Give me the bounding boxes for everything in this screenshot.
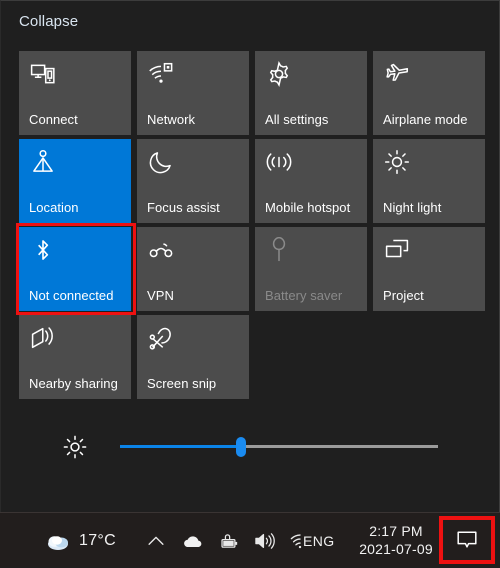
connect-icon bbox=[30, 61, 56, 87]
volume-speaker-icon[interactable] bbox=[253, 530, 275, 552]
bluetooth-icon bbox=[30, 237, 56, 263]
tile-empty-slot bbox=[255, 315, 367, 399]
tile-vpn[interactable]: VPN bbox=[137, 227, 249, 311]
tile-label: Screen snip bbox=[147, 376, 217, 391]
tile-label: Airplane mode bbox=[383, 112, 468, 127]
location-person-icon bbox=[30, 149, 56, 175]
battery-charging-icon[interactable] bbox=[217, 530, 239, 552]
tile-label: Nearby sharing bbox=[29, 376, 118, 391]
tile-location[interactable]: Location bbox=[19, 139, 131, 223]
tile-nearby-sharing[interactable]: Nearby sharing bbox=[19, 315, 131, 399]
tile-airplane-mode[interactable]: Airplane mode bbox=[373, 51, 485, 135]
tile-label: Focus assist bbox=[147, 200, 220, 215]
brightness-slider[interactable] bbox=[120, 434, 438, 460]
clock-widget[interactable]: 2:17 PM 2021-07-09 bbox=[354, 513, 438, 568]
tile-all-settings[interactable]: All settings bbox=[255, 51, 367, 135]
nearby-share-icon bbox=[30, 325, 56, 351]
tile-screen-snip[interactable]: Screen snip bbox=[137, 315, 249, 399]
sun-icon bbox=[384, 149, 410, 175]
tile-label: VPN bbox=[147, 288, 174, 303]
brightness-control-row bbox=[19, 425, 479, 469]
tile-label: Project bbox=[383, 288, 424, 303]
tile-focus-assist[interactable]: Focus assist bbox=[137, 139, 249, 223]
collapse-link[interactable]: Collapse bbox=[19, 13, 78, 31]
language-indicator[interactable]: ENG bbox=[303, 513, 335, 568]
battery-leaf-icon bbox=[266, 237, 292, 263]
onedrive-cloud-icon[interactable] bbox=[181, 530, 203, 552]
tile-label: Night light bbox=[383, 200, 442, 215]
clock-time: 2:17 PM bbox=[369, 523, 423, 539]
show-hidden-icons-chevron-icon[interactable] bbox=[145, 530, 167, 552]
slider-thumb[interactable] bbox=[235, 437, 246, 457]
tile-label: Location bbox=[29, 200, 79, 215]
project-screens-icon bbox=[384, 237, 410, 263]
taskbar: 17°C ENG 2:17 PM 2021-07-09 bbox=[0, 512, 500, 567]
action-center-speech-bubble-icon bbox=[455, 528, 479, 552]
brightness-sun-icon bbox=[62, 434, 88, 460]
slider-fill bbox=[120, 445, 241, 448]
tile-network[interactable]: Network bbox=[137, 51, 249, 135]
language-label: ENG bbox=[303, 532, 335, 549]
quick-action-tile-grid: Connect Network All settings Airplane mo… bbox=[19, 51, 485, 399]
action-center-panel: Collapse Connect Network All settings Ai… bbox=[0, 0, 500, 512]
tile-night-light[interactable]: Night light bbox=[373, 139, 485, 223]
tile-connect[interactable]: Connect bbox=[19, 51, 131, 135]
action-center-button[interactable] bbox=[446, 522, 488, 558]
gear-icon bbox=[266, 61, 292, 87]
tile-label: Connect bbox=[29, 112, 78, 127]
system-tray bbox=[145, 513, 311, 568]
airplane-icon bbox=[384, 61, 410, 87]
vpn-icon bbox=[148, 237, 174, 263]
tile-bluetooth[interactable]: Not connected bbox=[19, 227, 131, 311]
tile-project[interactable]: Project bbox=[373, 227, 485, 311]
network-wifi-icon bbox=[148, 61, 174, 87]
tile-label: All settings bbox=[265, 112, 329, 127]
collapse-row: Collapse bbox=[19, 9, 78, 35]
hotspot-icon bbox=[266, 149, 292, 175]
tile-label: Not connected bbox=[29, 288, 114, 303]
tile-battery-saver[interactable]: Battery saver bbox=[255, 227, 367, 311]
clock-date: 2021-07-09 bbox=[359, 541, 433, 557]
screen-snip-icon bbox=[148, 325, 174, 351]
tile-empty-slot bbox=[373, 315, 485, 399]
tile-label: Mobile hotspot bbox=[265, 200, 351, 215]
weather-cloud-icon bbox=[45, 528, 71, 554]
moon-icon bbox=[148, 149, 174, 175]
tile-label: Network bbox=[147, 112, 196, 127]
weather-widget[interactable]: 17°C bbox=[45, 513, 116, 568]
tile-label: Battery saver bbox=[265, 288, 343, 303]
tile-mobile-hotspot[interactable]: Mobile hotspot bbox=[255, 139, 367, 223]
weather-temperature: 17°C bbox=[79, 531, 116, 549]
